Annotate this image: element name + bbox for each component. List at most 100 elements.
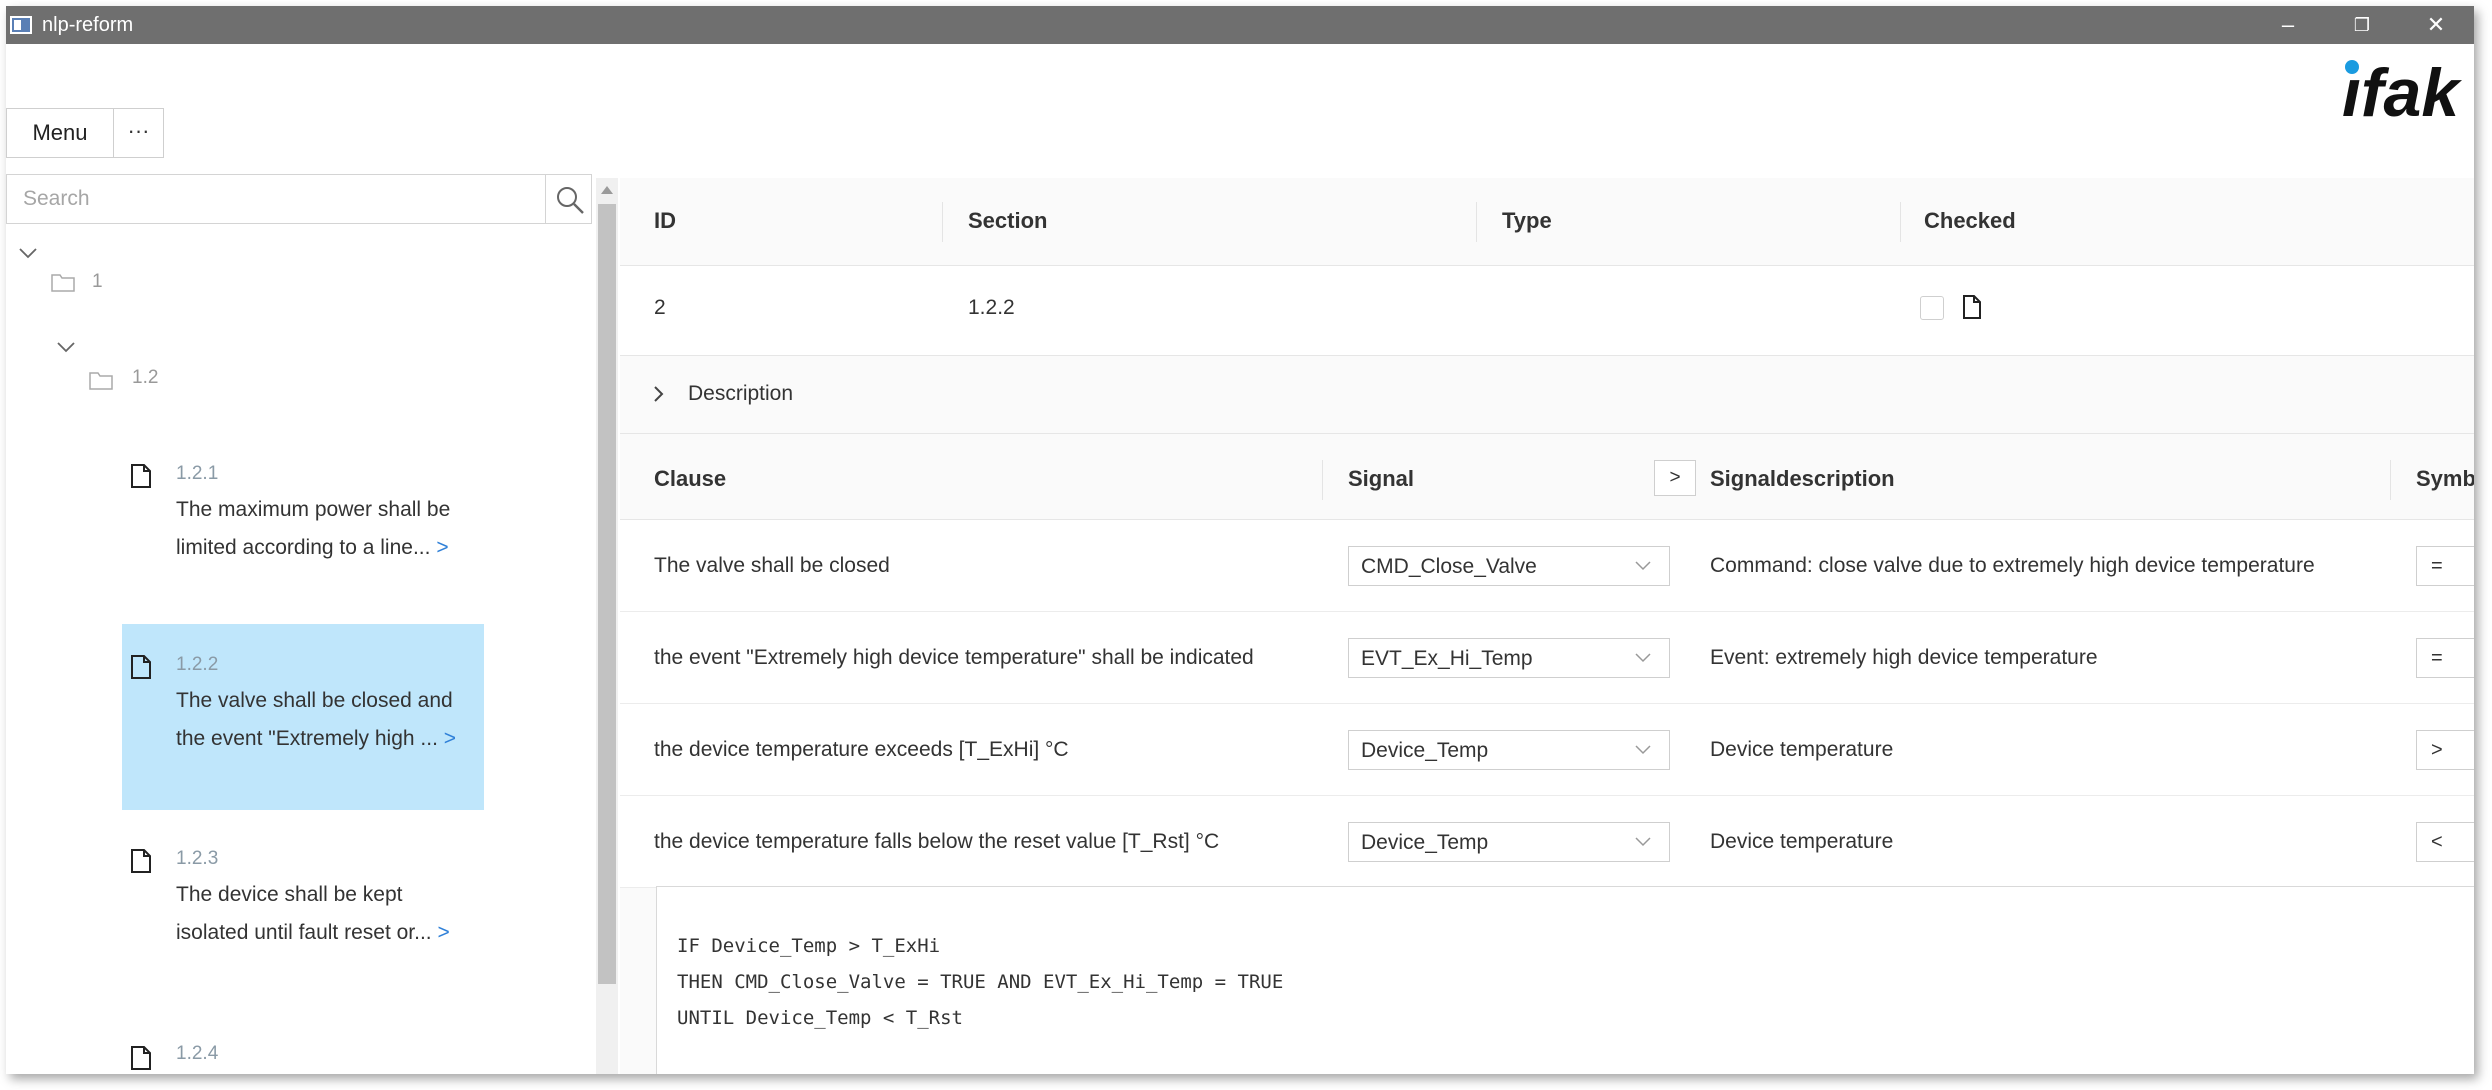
document-icon (130, 848, 152, 874)
search-divider (545, 175, 546, 223)
table-row[interactable]: 2 1.2.2 (620, 266, 2474, 356)
signal-select[interactable]: EVT_Ex_Hi_Temp (1348, 638, 1670, 678)
expand-link[interactable]: > (436, 536, 448, 559)
signal-value: EVT_Ex_Hi_Temp (1361, 647, 1533, 670)
signal-select[interactable]: Device_Temp (1348, 822, 1670, 862)
chevron-down-icon (1633, 835, 1653, 849)
requirements-tree: 1 1.2 1.2.1 The maximum power shall be l… (6, 231, 596, 1074)
signal-select[interactable]: CMD_Close_Valve (1348, 546, 1670, 586)
maximize-button[interactable]: ❐ (2342, 10, 2382, 40)
expand-link[interactable]: > (444, 727, 456, 750)
scroll-up-icon[interactable] (601, 186, 613, 194)
clause-row[interactable]: The valve shall be closed CMD_Close_Valv… (620, 520, 2474, 612)
menu-button[interactable]: Menu (6, 108, 114, 158)
symbol-value: < (2431, 831, 2443, 853)
description-label[interactable]: Description (688, 382, 793, 406)
symbol-value: = (2431, 555, 2443, 577)
tree-item-text: The valve shall be closed and the event … (176, 689, 457, 750)
requirement-detail: ID Section Type Checked 2 1.2.2 Descript… (620, 178, 2474, 1074)
tree-item-id: 1.2.1 (176, 463, 219, 484)
clause-row[interactable]: the event "Extremely high device tempera… (620, 612, 2474, 704)
symbol-value: > (2431, 739, 2443, 761)
more-options-button[interactable]: ··· (113, 108, 164, 158)
code-line: IF Device_Temp > T_ExHi (677, 935, 941, 957)
ifak-logo: ıfak (2340, 50, 2474, 134)
clause-text: The valve shall be closed (654, 554, 890, 577)
chevron-down-icon (1633, 559, 1653, 573)
svg-text:ıfak: ıfak (2342, 55, 2462, 131)
signal-description: Device temperature (1710, 738, 1894, 761)
signal-description: Event: extremely high device temperature (1710, 646, 2098, 669)
tree-node-label: 1 (92, 271, 103, 292)
column-header-id[interactable]: ID (654, 208, 676, 234)
search-icon[interactable] (553, 183, 587, 217)
signal-value: Device_Temp (1361, 739, 1489, 762)
app-window: nlp-reform – ❐ ✕ ıfak Menu ··· Search 1 … (6, 6, 2474, 1074)
window-title: nlp-reform (42, 14, 134, 36)
chevron-down-icon (1633, 651, 1653, 665)
signal-description: Device temperature (1710, 830, 1894, 853)
tree-item-1-2-4[interactable]: 1.2.4 (122, 1031, 484, 1074)
document-icon (130, 1045, 152, 1071)
tree-item-text: The device shall be kept isolated until … (176, 883, 450, 944)
requirement-grid-header: ID Section Type Checked (620, 178, 2474, 266)
chevron-down-icon (1633, 743, 1653, 757)
generated-code-editor[interactable]: IF Device_Temp > T_ExHi THEN CMD_Close_V… (656, 886, 2474, 1074)
clause-row[interactable]: the device temperature falls below the r… (620, 796, 2474, 888)
signal-value: CMD_Close_Valve (1361, 555, 1537, 578)
expand-link[interactable]: > (437, 921, 449, 944)
symbol-select[interactable]: < (2416, 822, 2474, 862)
document-icon (130, 463, 152, 489)
tree-item-1-2-3[interactable]: 1.2.3 The device shall be kept isolated … (122, 834, 484, 1020)
chevron-down-icon[interactable] (16, 243, 40, 263)
column-header-checked[interactable]: Checked (1924, 208, 2016, 234)
close-button[interactable]: ✕ (2416, 10, 2456, 40)
document-icon[interactable] (1962, 294, 1982, 320)
tree-item-1-2-1[interactable]: 1.2.1 The maximum power shall be limited… (122, 447, 484, 633)
clause-table-header: Clause Signal > Signaldescription Symbol (620, 434, 2474, 520)
tree-item-1-2-2[interactable]: 1.2.2 The valve shall be closed and the … (122, 624, 484, 810)
row-section: 1.2.2 (968, 296, 1015, 319)
symbol-select[interactable]: = (2416, 638, 2474, 678)
chevron-right-icon[interactable] (650, 382, 668, 406)
expand-signals-button[interactable]: > (1654, 460, 1696, 496)
minimize-button[interactable]: – (2268, 10, 2308, 40)
symbol-select[interactable]: > (2416, 730, 2474, 770)
app-icon (10, 16, 32, 34)
tree-node-label: 1.2 (132, 367, 159, 388)
symbol-value: = (2431, 647, 2443, 669)
title-bar: nlp-reform – ❐ ✕ (6, 6, 2474, 44)
search-box (6, 174, 592, 224)
sidebar-scrollbar[interactable] (596, 178, 618, 1074)
column-header-symbol[interactable]: Symbol (2416, 466, 2474, 492)
description-expander[interactable]: Description (620, 356, 2474, 434)
column-header-signaldescription[interactable]: Signaldescription (1710, 466, 1895, 492)
clause-text: the device temperature exceeds [T_ExHi] … (654, 738, 1069, 761)
document-icon (130, 654, 152, 680)
clause-text: the device temperature falls below the r… (654, 830, 1220, 853)
folder-icon (50, 271, 76, 293)
tree-item-id: 1.2.4 (176, 1043, 219, 1064)
tree-item-id: 1.2.2 (176, 654, 219, 675)
tree-node-1[interactable]: 1 (6, 231, 306, 301)
checked-checkbox[interactable] (1920, 296, 1944, 320)
signal-select[interactable]: Device_Temp (1348, 730, 1670, 770)
column-header-section[interactable]: Section (968, 208, 1047, 234)
signal-value: Device_Temp (1361, 831, 1489, 854)
folder-icon (88, 369, 114, 391)
code-line: THEN CMD_Close_Valve = TRUE AND EVT_Ex_H… (677, 971, 1284, 993)
scrollbar-thumb[interactable] (598, 204, 616, 984)
code-line: UNTIL Device_Temp < T_Rst (677, 1007, 963, 1029)
column-header-type[interactable]: Type (1502, 208, 1552, 234)
column-header-clause[interactable]: Clause (654, 466, 726, 492)
signal-description: Command: close valve due to extremely hi… (1710, 554, 2315, 577)
chevron-down-icon[interactable] (54, 337, 78, 357)
search-input[interactable] (7, 175, 543, 223)
clause-text: the event "Extremely high device tempera… (654, 646, 1254, 669)
row-id: 2 (654, 296, 666, 319)
column-header-signal[interactable]: Signal (1348, 466, 1414, 492)
symbol-select[interactable]: = (2416, 546, 2474, 586)
tree-node-1-2[interactable]: 1.2 (6, 331, 306, 401)
clause-row[interactable]: the device temperature exceeds [T_ExHi] … (620, 704, 2474, 796)
tree-item-text: The maximum power shall be limited accor… (176, 498, 451, 559)
